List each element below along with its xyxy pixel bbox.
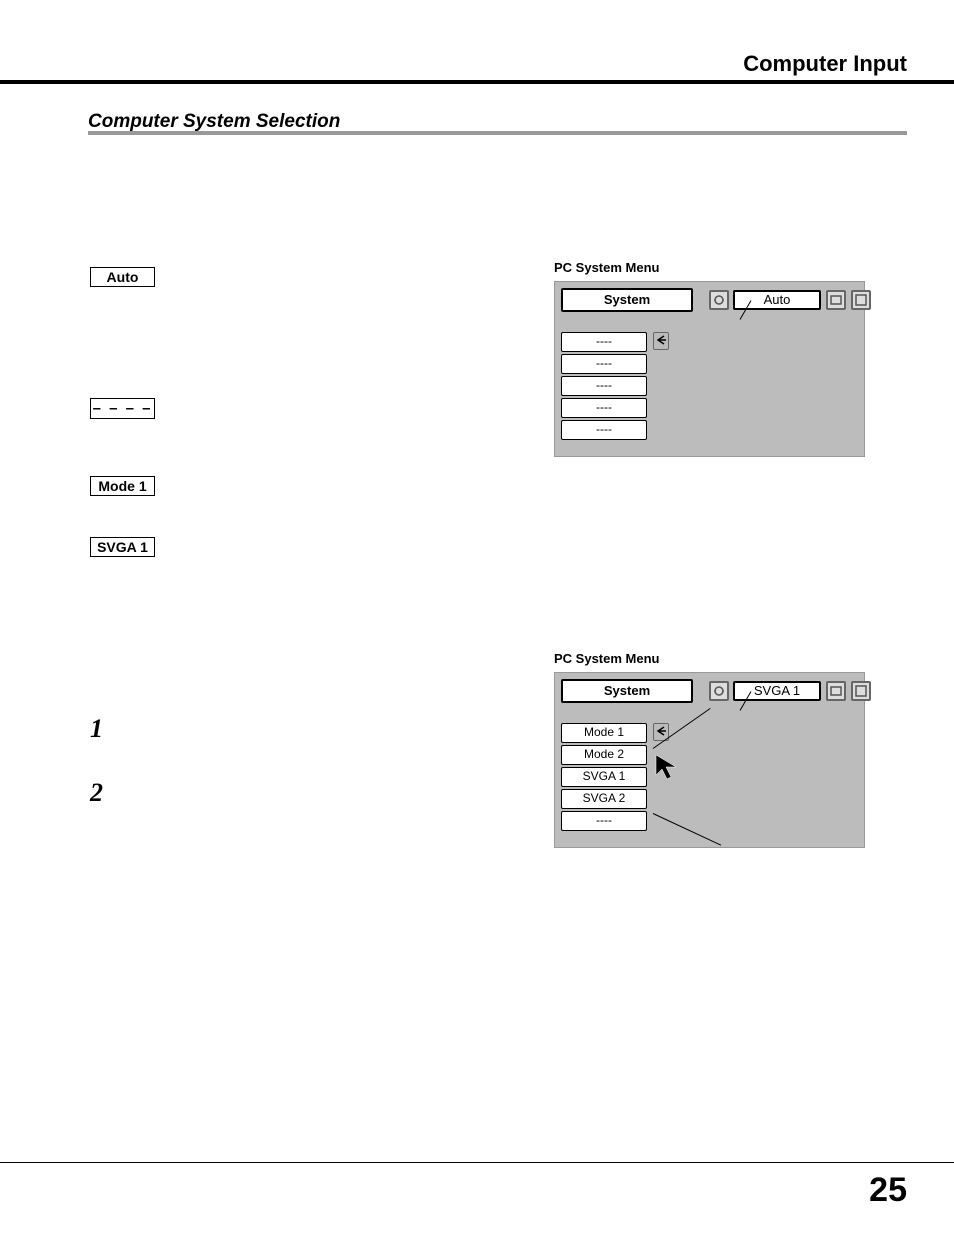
menu1-body: ---- ---- ---- ---- ---- [561,332,647,442]
menu2-item[interactable]: Mode 2 [561,745,647,765]
menu2-caption: PC System Menu [554,651,659,666]
label-mode1: Mode 1 [90,476,155,496]
menu1-item[interactable]: ---- [561,354,647,374]
menu1-title: System [561,288,693,312]
label-svga1: SVGA 1 [90,537,155,557]
section-rule [88,131,907,135]
menu-icon-c[interactable] [851,290,871,310]
label-dash: – – – – [90,398,155,419]
menu1-caption: PC System Menu [554,260,659,275]
menu-icon-a[interactable] [709,290,729,310]
menu2-item[interactable]: Mode 1 [561,723,647,743]
step-1: 1 [90,714,103,744]
menu2-item[interactable]: ---- [561,811,647,831]
step-2: 2 [90,778,103,808]
label-auto: Auto [90,267,155,287]
menu2-title: System [561,679,693,703]
menu-icon-b[interactable] [826,681,846,701]
menu-icon-a[interactable] [709,681,729,701]
page-number: 25 [869,1171,907,1210]
cursor-icon [654,753,704,803]
menu-icon-c[interactable] [851,681,871,701]
menu1-item[interactable]: ---- [561,398,647,418]
menu1-item[interactable]: ---- [561,332,647,352]
pc-system-menu-2: System SVGA 1 Mode 1 Mode 2 SVGA 1 SVGA … [554,672,865,848]
footer-rule [0,1162,954,1163]
menu1-item[interactable]: ---- [561,376,647,396]
header-rule [0,80,954,84]
section-title: Computer System Selection [88,111,340,133]
menu2-body: Mode 1 Mode 2 SVGA 1 SVGA 2 ---- [561,723,647,833]
callout-line [653,813,721,846]
menu2-item[interactable]: SVGA 1 [561,767,647,787]
menu-icon-b[interactable] [826,290,846,310]
pc-system-menu-1: System Auto ---- ---- ---- ---- ---- [554,281,865,457]
menu1-item[interactable]: ---- [561,420,647,440]
page-header: Computer Input [743,51,907,77]
pointer-icon [653,332,669,350]
menu2-item[interactable]: SVGA 2 [561,789,647,809]
